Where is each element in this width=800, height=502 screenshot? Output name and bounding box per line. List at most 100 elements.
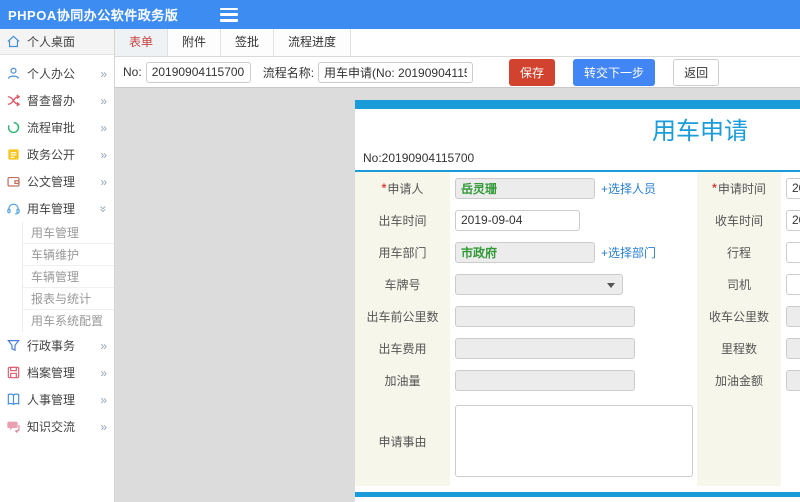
book-icon — [6, 392, 21, 407]
chevron-right-icon: » — [100, 338, 107, 353]
select-person-link[interactable]: +选择人员 — [601, 180, 656, 197]
mileage-input — [786, 337, 800, 359]
headset-icon — [6, 201, 21, 216]
form-no-text: No:20190904115700 — [363, 151, 475, 165]
flow-name-input[interactable] — [318, 61, 474, 83]
no-input[interactable] — [145, 61, 251, 83]
return-time-input[interactable] — [786, 209, 800, 231]
km-return-input — [786, 305, 800, 327]
field-label-department: 用车部门 — [355, 236, 450, 268]
field-label-apply-time: * 申请时间 — [697, 172, 781, 204]
field-label-mileage: 里程数 — [697, 332, 781, 364]
field-label-plate-number: 车牌号 — [355, 268, 450, 300]
sidebar: 个人桌面 个人办公 » 督查督办 » 流程审批 » 政务公开 » 公文管理 » … — [0, 29, 115, 502]
hamburger-menu-icon[interactable] — [220, 7, 239, 22]
shuffle-icon — [6, 93, 21, 108]
floppy-icon — [6, 365, 21, 380]
apply-time-input[interactable] — [786, 177, 800, 199]
vehicle-submenu: 用车管理 车辆维护 车辆管理 报表与统计 用车系统配置 — [22, 222, 114, 332]
chat-icon — [6, 419, 21, 434]
flow-name-label: 流程名称: — [262, 65, 315, 80]
chevron-right-icon: » — [100, 392, 107, 407]
submenu-item-vehicle-admin[interactable]: 车辆管理 — [23, 266, 114, 288]
sidebar-item-workflow-approval[interactable]: 流程审批 » — [0, 114, 114, 141]
tab-signoff[interactable]: 签批 — [221, 29, 275, 56]
main-area: 表单 附件 签批 流程进度 No: 流程名称: 保存 转交下一步 返回 用车申请… — [115, 29, 800, 502]
field-label-trip-cost: 出车费用 — [355, 332, 450, 364]
submenu-item-vehicle-maintenance[interactable]: 车辆维护 — [23, 244, 114, 266]
sidebar-item-gov-affairs[interactable]: 政务公开 » — [0, 141, 114, 168]
field-label-itinerary: 行程 — [697, 236, 781, 268]
field-label-return-time: 收车时间 — [697, 204, 781, 236]
departure-time-input[interactable] — [455, 209, 580, 231]
form-title: 用车申请 — [652, 118, 748, 145]
chevron-right-icon: » — [100, 120, 107, 135]
submenu-item-vehicle-config[interactable]: 用车系统配置 — [23, 310, 114, 332]
tab-workflow-progress[interactable]: 流程进度 — [274, 29, 352, 56]
document-icon — [6, 147, 21, 162]
fuel-amount-input — [455, 369, 635, 391]
back-button[interactable]: 返回 — [673, 58, 720, 86]
required-mark: * — [712, 181, 717, 195]
chevron-right-icon: » — [100, 93, 107, 108]
sidebar-item-official-docs[interactable]: 公文管理 » — [0, 168, 114, 195]
sidebar-item-personal-desktop[interactable]: 个人桌面 — [0, 29, 114, 55]
vehicle-request-form-panel: 用车申请 No:20190904115700 * 申请人 +选择人员 * — [355, 100, 800, 502]
chevron-down-icon: » — [96, 205, 111, 212]
field-label-fuel-amount: 加油量 — [355, 364, 450, 396]
chevron-right-icon: » — [100, 66, 107, 81]
plate-number-select[interactable] — [455, 273, 623, 295]
empty-field-cell — [781, 396, 800, 486]
forward-next-step-button[interactable]: 转交下一步 — [573, 58, 656, 86]
home-icon — [6, 34, 21, 49]
wallet-icon — [6, 174, 21, 189]
fuel-cost-input — [786, 369, 800, 391]
field-label-km-return: 收车公里数 — [697, 300, 781, 332]
sidebar-item-vehicle-mgmt[interactable]: 用车管理 » — [0, 195, 114, 222]
user-icon — [6, 66, 21, 81]
empty-label-cell — [697, 396, 781, 486]
top-bar: PHPOA协同办公软件政务版 — [0, 0, 800, 29]
itinerary-input[interactable] — [786, 241, 800, 263]
field-label-departure-time: 出车时间 — [355, 204, 450, 236]
submenu-item-vehicle-mgmt[interactable]: 用车管理 — [23, 222, 114, 244]
chevron-right-icon: » — [100, 147, 107, 162]
app-window: PHPOA协同办公软件政务版 个人桌面 个人办公 » 督查督办 » 流程审批 »… — [0, 0, 800, 502]
submenu-item-reports-stats[interactable]: 报表与统计 — [23, 288, 114, 310]
field-label-fuel-cost: 加油金额 — [697, 364, 781, 396]
chevron-right-icon: » — [100, 174, 107, 189]
km-before-input — [455, 305, 635, 327]
sidebar-item-admin-affairs[interactable]: 行政事务 » — [0, 332, 114, 359]
content-area: 用车申请 No:20190904115700 * 申请人 +选择人员 * — [115, 90, 800, 502]
panel-bottom-strip — [355, 492, 800, 497]
tab-strip: 表单 附件 签批 流程进度 — [115, 29, 800, 57]
field-label-km-before: 出车前公里数 — [355, 300, 450, 332]
toolbar: No: 流程名称: 保存 转交下一步 返回 — [115, 57, 800, 88]
apply-reason-textarea[interactable] — [455, 405, 693, 477]
trip-cost-input — [455, 337, 635, 359]
chevron-right-icon: » — [100, 365, 107, 380]
chevron-right-icon: » — [100, 419, 107, 434]
sidebar-item-supervision[interactable]: 督查督办 » — [0, 87, 114, 114]
driver-input[interactable] — [786, 273, 800, 295]
field-label-apply-reason: 申请事由 — [355, 396, 450, 486]
required-mark: * — [381, 181, 387, 195]
sidebar-item-personal-office[interactable]: 个人办公 » — [0, 60, 114, 87]
field-label-applicant: * 申请人 — [355, 172, 450, 204]
save-button[interactable]: 保存 — [509, 58, 556, 86]
sidebar-item-archive-mgmt[interactable]: 档案管理 » — [0, 359, 114, 386]
panel-top-strip — [355, 100, 800, 109]
sidebar-item-knowledge-exchange[interactable]: 知识交流 » — [0, 413, 114, 440]
department-input[interactable] — [455, 241, 595, 263]
applicant-input[interactable] — [455, 177, 595, 199]
field-label-driver: 司机 — [697, 268, 781, 300]
app-title: PHPOA协同办公软件政务版 — [8, 8, 179, 23]
tab-attachments[interactable]: 附件 — [168, 29, 222, 56]
no-label: No: — [123, 65, 142, 79]
select-department-link[interactable]: +选择部门 — [601, 244, 656, 261]
sidebar-item-hr-mgmt[interactable]: 人事管理 » — [0, 386, 114, 413]
tab-form[interactable]: 表单 — [115, 29, 169, 56]
form-grid: * 申请人 +选择人员 * 申请时间 — [355, 172, 800, 486]
approval-icon — [6, 120, 21, 135]
filter-icon — [6, 338, 21, 353]
